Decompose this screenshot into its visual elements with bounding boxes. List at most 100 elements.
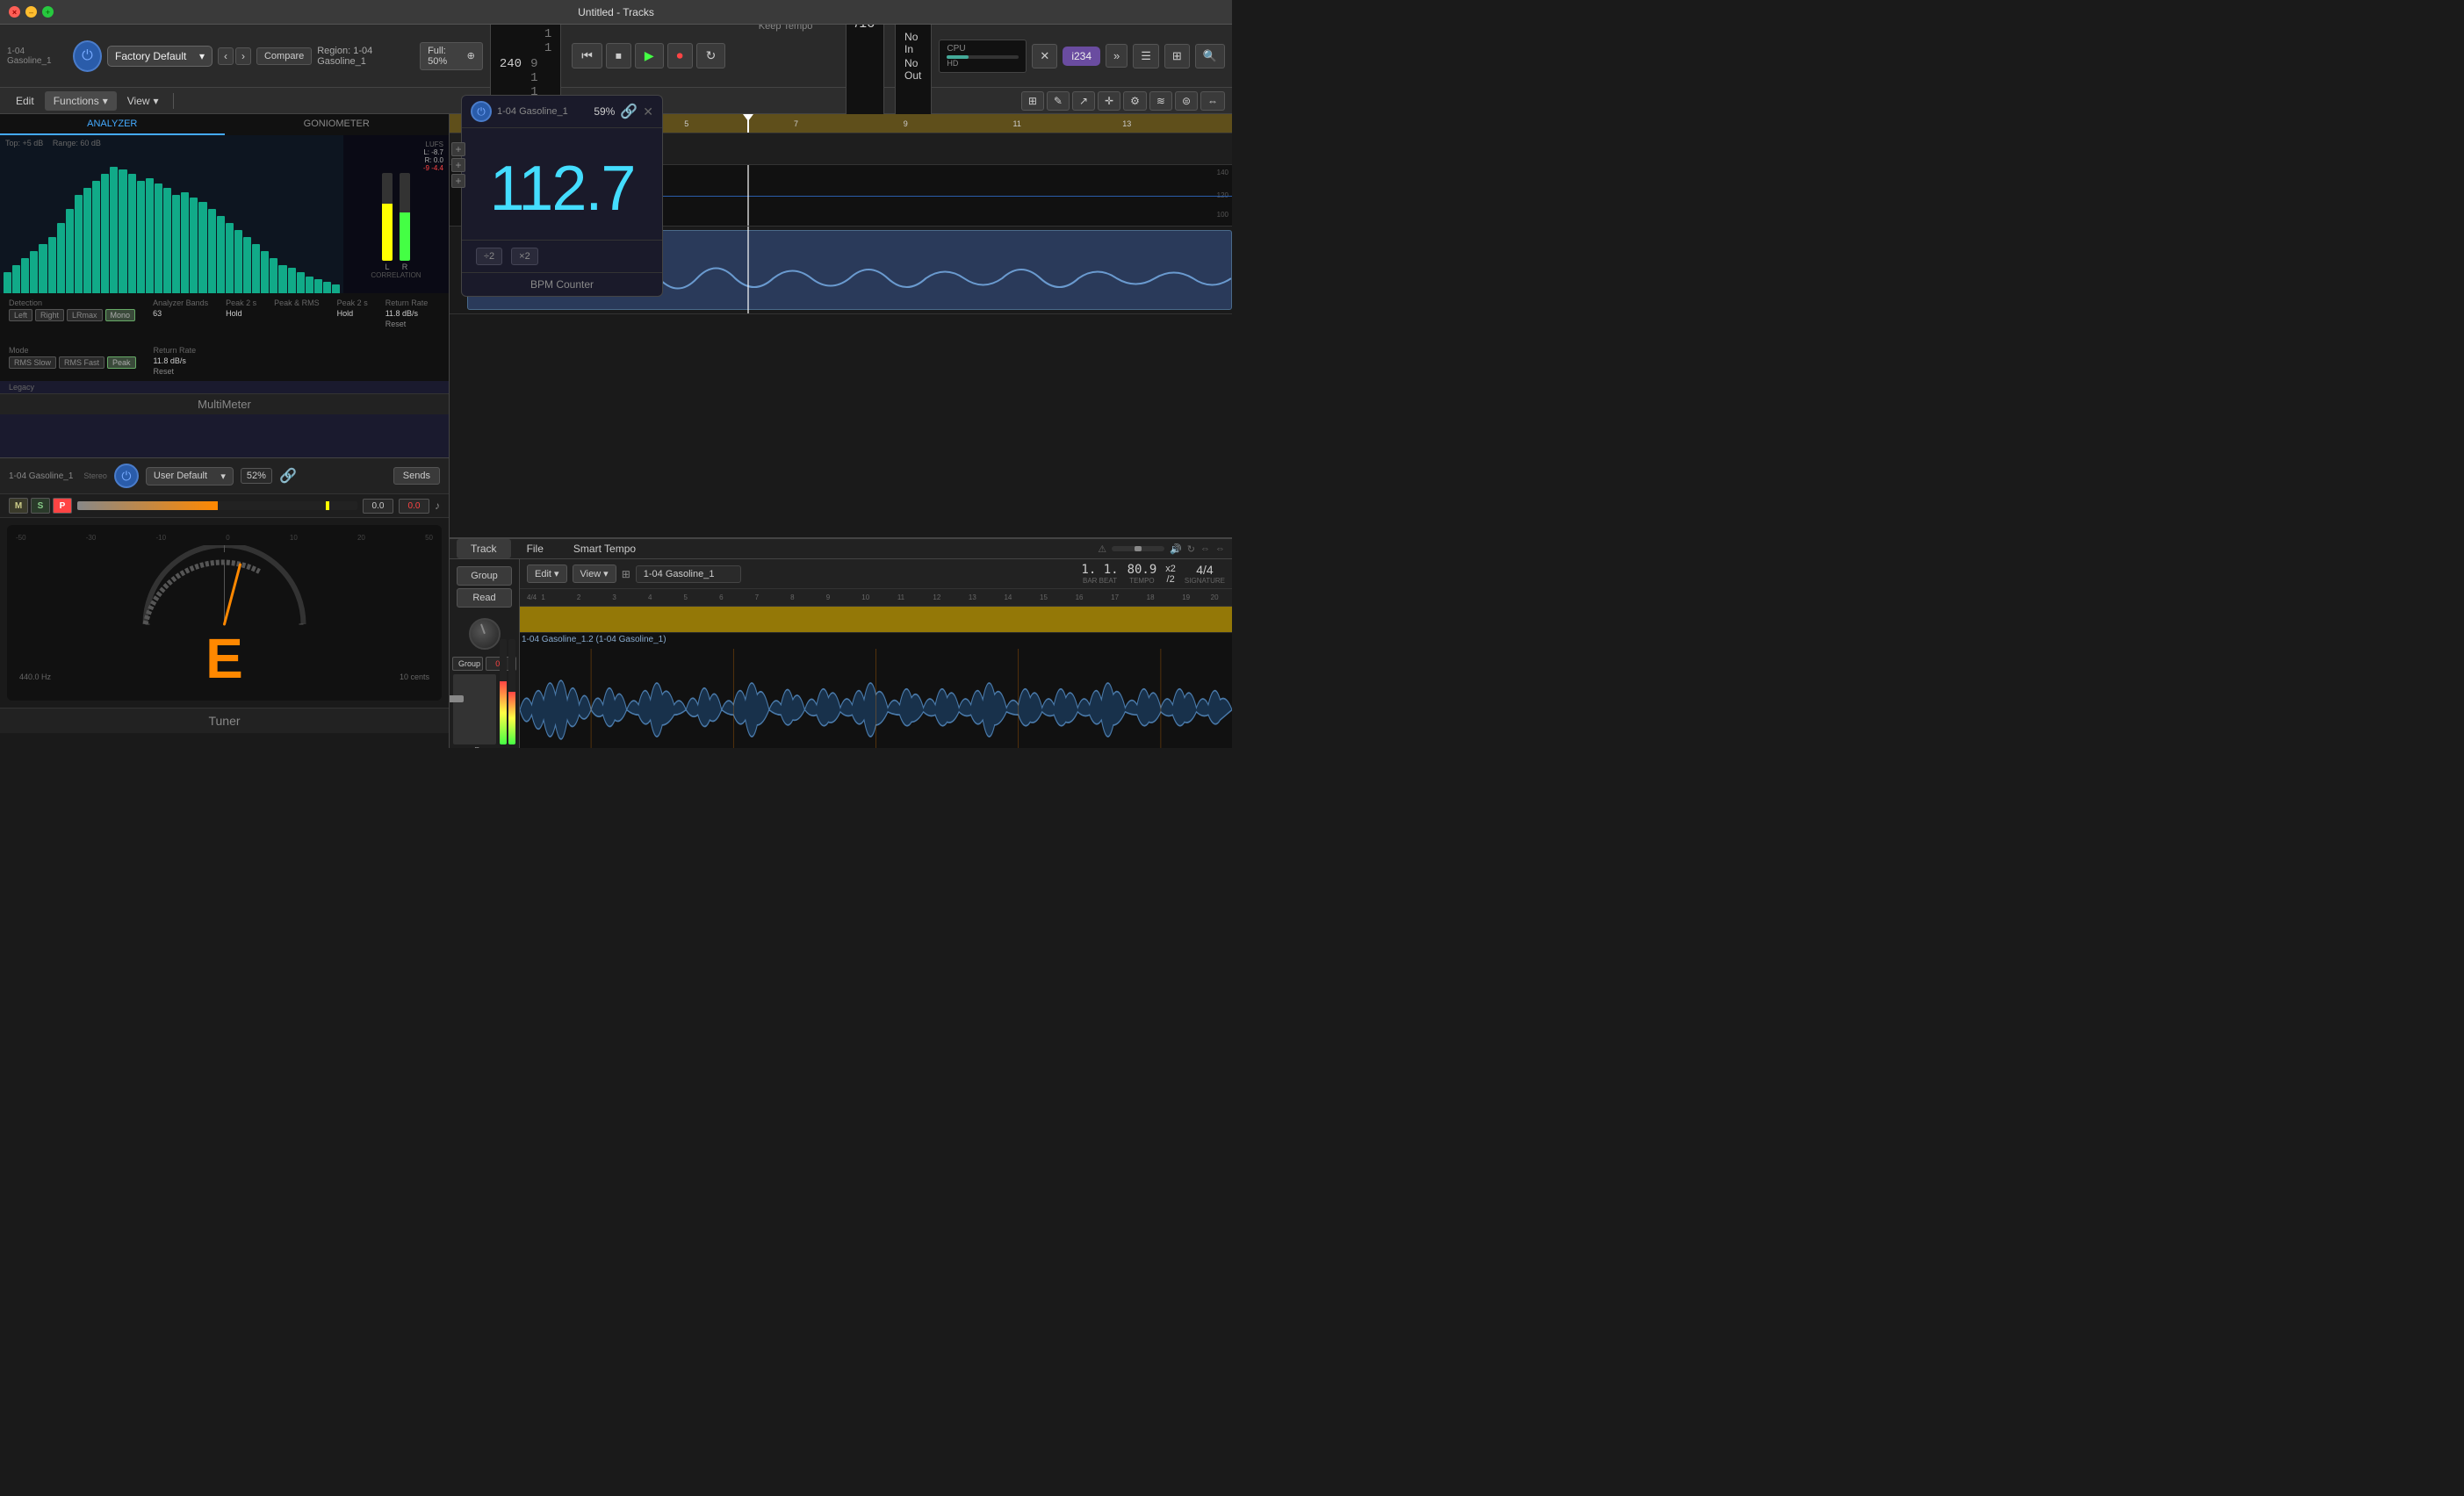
browser-button[interactable]: ⊞ bbox=[1164, 44, 1190, 68]
tool-settings[interactable]: ⚙ bbox=[1123, 91, 1147, 111]
mode-rms-fast[interactable]: RMS Fast bbox=[59, 356, 104, 369]
tuner-pct[interactable]: 52% bbox=[241, 468, 272, 484]
bpm-div2[interactable]: ÷2 bbox=[476, 248, 502, 265]
spec-bar bbox=[198, 202, 206, 293]
bottom-waveform-svg bbox=[520, 649, 1232, 748]
spec-bar bbox=[314, 279, 322, 293]
vu-meters bbox=[500, 639, 515, 744]
spec-bar bbox=[226, 223, 234, 293]
minimize-button[interactable]: – bbox=[25, 6, 37, 18]
tab-smart-tempo[interactable]: Smart Tempo bbox=[559, 539, 650, 558]
br-1: 1 bbox=[541, 593, 544, 601]
add-track-3[interactable]: + bbox=[451, 174, 465, 188]
tuner-power-button[interactable]: ⏻ bbox=[114, 464, 139, 488]
tool-crosshair[interactable]: ✛ bbox=[1098, 91, 1120, 111]
user-badge[interactable]: i234 bbox=[1063, 47, 1100, 66]
lufs-l-val: L: -8.7 bbox=[349, 148, 443, 156]
bpm-pct-val: 59% bbox=[594, 114, 615, 118]
sends-tab[interactable]: Sends bbox=[393, 467, 440, 485]
playhead bbox=[747, 114, 749, 133]
tool-edit[interactable]: ✎ bbox=[1047, 91, 1070, 111]
det-mono[interactable]: Mono bbox=[105, 309, 136, 321]
bpm-close-button[interactable]: ✕ bbox=[643, 114, 653, 119]
compare-button[interactable]: Compare bbox=[256, 47, 312, 65]
mm-tab-goniometer[interactable]: GONIOMETER bbox=[225, 114, 450, 135]
nav-back[interactable]: ‹ bbox=[218, 47, 234, 65]
gonio-meters: L R bbox=[382, 172, 410, 271]
spec-bar bbox=[12, 265, 20, 293]
bpm-mult2[interactable]: ×2 bbox=[511, 248, 538, 265]
close-button[interactable]: × bbox=[9, 6, 20, 18]
lufs-label: LUFS bbox=[349, 140, 443, 148]
tool-select[interactable]: ↗ bbox=[1072, 91, 1095, 111]
tab-track-label: Track bbox=[471, 543, 497, 555]
add-track-2[interactable]: + bbox=[451, 158, 465, 172]
mm-tabs: ANALYZER GONIOMETER bbox=[0, 114, 449, 135]
nav-forward[interactable]: › bbox=[235, 47, 251, 65]
solo-button[interactable]: S bbox=[31, 498, 50, 514]
menu-edit[interactable]: Edit bbox=[7, 91, 43, 111]
expand-button[interactable]: » bbox=[1106, 44, 1128, 68]
bpm-power-button[interactable]: ⏻ bbox=[471, 114, 492, 122]
bottom-clip-name: 1-04 Gasoline_1.2 (1-04 Gasoline_1) bbox=[522, 635, 666, 644]
mute-button[interactable]: M bbox=[9, 498, 28, 514]
tool-snap[interactable]: ⊞ bbox=[1021, 91, 1044, 111]
bar-beat-val: 1. 1. bbox=[1081, 563, 1118, 577]
mult-bot: /2 bbox=[1167, 574, 1175, 585]
tool-link[interactable]: ⇔ bbox=[1200, 91, 1225, 111]
tab-file[interactable]: File bbox=[513, 539, 558, 558]
settings-button[interactable]: ✕ bbox=[1032, 44, 1057, 68]
pan-knob[interactable] bbox=[469, 618, 501, 650]
spec-bar bbox=[297, 272, 305, 293]
fader-handle[interactable] bbox=[450, 695, 464, 702]
record-button[interactable]: ⏺ bbox=[667, 43, 693, 68]
bpm-link-icon[interactable]: 🔗 bbox=[620, 114, 638, 120]
det-left[interactable]: Left bbox=[9, 309, 32, 321]
preset-dropdown[interactable]: Factory Default ▾ bbox=[107, 46, 213, 67]
spec-bar bbox=[57, 223, 65, 293]
mm-tab-analyzer[interactable]: ANALYZER bbox=[0, 114, 225, 135]
track-label: 1-04 Gasoline_1 bbox=[7, 47, 66, 66]
power-button[interactable]: ⏻ bbox=[73, 40, 102, 72]
read-button[interactable]: Read bbox=[457, 588, 512, 608]
tuner-preset-dropdown[interactable]: User Default ▾ bbox=[146, 467, 234, 485]
loop-button[interactable]: ↻ bbox=[696, 43, 726, 68]
menu-functions[interactable]: Functions ▾ bbox=[45, 91, 117, 111]
analyzer-area: Top: +5 dB Range: 60 dB bbox=[0, 135, 343, 293]
tuner-link[interactable]: 🔗 bbox=[279, 467, 297, 485]
group-button[interactable]: Group bbox=[457, 566, 512, 586]
add-track-1[interactable]: + bbox=[451, 142, 465, 156]
br-18: 18 bbox=[1147, 593, 1155, 601]
tool-waveform[interactable]: ≋ bbox=[1149, 91, 1172, 111]
spec-bar bbox=[48, 237, 56, 293]
rewind-button[interactable]: ⏮ bbox=[572, 43, 602, 68]
spec-bar bbox=[21, 258, 29, 293]
det-right[interactable]: Right bbox=[35, 309, 64, 321]
spec-bar bbox=[234, 230, 242, 293]
stop-button[interactable]: ⏹ bbox=[606, 43, 631, 68]
list-button[interactable]: ☰ bbox=[1133, 44, 1159, 68]
mode-rms-slow[interactable]: RMS Slow bbox=[9, 356, 56, 369]
tab-track[interactable]: Track bbox=[457, 539, 511, 558]
tool-zoom[interactable]: ⊜ bbox=[1175, 91, 1198, 111]
bottom-edit-btn[interactable]: Edit ▾ bbox=[527, 565, 567, 583]
maximize-button[interactable]: + bbox=[42, 6, 54, 18]
record-enable-button[interactable]: P bbox=[53, 498, 72, 514]
br-2: 2 bbox=[577, 593, 580, 601]
peak-group: Peak 2 s Hold bbox=[226, 298, 256, 328]
search-button[interactable]: 🔍 bbox=[1195, 44, 1225, 68]
det-lrmax[interactable]: LRmax bbox=[67, 309, 103, 321]
level-peak bbox=[326, 501, 329, 510]
peak-right-label: Peak 2 s bbox=[337, 298, 368, 307]
play-button[interactable]: ▶ bbox=[635, 43, 664, 68]
snap-icon[interactable]: ⊞ bbox=[622, 568, 630, 580]
spectrum-bars bbox=[0, 153, 343, 293]
bottom-view-btn[interactable]: View ▾ bbox=[573, 565, 616, 583]
spec-bar bbox=[119, 169, 126, 293]
menu-view[interactable]: View ▾ bbox=[119, 91, 168, 111]
correlation-label: CORRELATION bbox=[371, 271, 421, 279]
preset-label: Factory Default bbox=[115, 50, 186, 62]
mode-peak[interactable]: Peak bbox=[107, 356, 136, 369]
tab-smart-tempo-label: Smart Tempo bbox=[573, 543, 636, 555]
zoom-control[interactable]: Full: 50% ⊕ bbox=[420, 42, 483, 70]
